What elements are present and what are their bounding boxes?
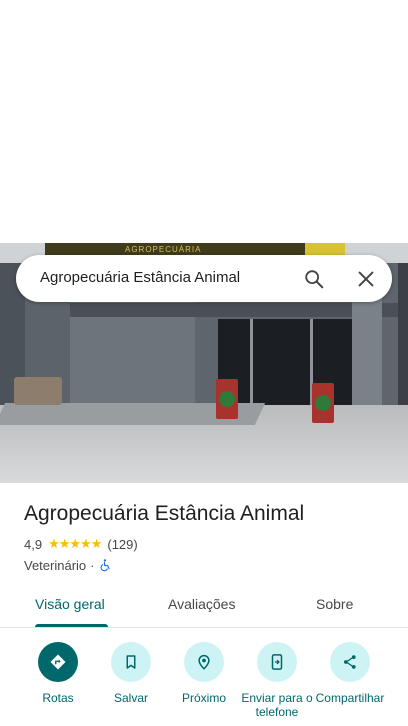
- share-label: Compartilhar: [315, 691, 385, 705]
- photo-bags: [14, 377, 62, 405]
- active-tab-indicator: [35, 624, 108, 627]
- place-title: Agropecuária Estância Animal: [24, 502, 305, 525]
- directions-button[interactable]: Rotas: [21, 642, 95, 705]
- search-icon[interactable]: [303, 268, 325, 290]
- action-bar: Rotas Salvar Próximo Enviar para o telef…: [0, 640, 408, 726]
- send-to-phone-label: Enviar para o telefone: [241, 691, 313, 719]
- top-blank-area: [0, 0, 408, 243]
- tab-reviews[interactable]: Avaliações: [168, 596, 235, 612]
- rating-value: 4,9: [24, 536, 43, 552]
- photo-hose-reel: [216, 379, 238, 419]
- rating-stars: ★★★★★: [48, 536, 102, 551]
- tab-about[interactable]: Sobre: [316, 596, 353, 612]
- tab-bar: Visão geral Avaliações Sobre: [0, 584, 408, 628]
- search-input[interactable]: Agropecuária Estância Animal: [40, 269, 240, 286]
- directions-icon: [38, 642, 78, 682]
- rating-row[interactable]: 4,9 ★★★★★ (129): [24, 536, 138, 552]
- wheelchair-icon: [99, 558, 112, 572]
- category-row: Veterinário ·: [24, 557, 112, 573]
- save-label: Salvar: [113, 691, 148, 705]
- bookmark-icon: [111, 642, 151, 682]
- share-icon: [330, 642, 370, 682]
- nearby-button[interactable]: Próximo: [167, 642, 241, 705]
- directions-label: Rotas: [42, 691, 74, 705]
- nearby-icon: [184, 642, 224, 682]
- search-bar[interactable]: Agropecuária Estância Animal: [16, 255, 392, 302]
- separator-dot: ·: [90, 557, 95, 573]
- close-icon[interactable]: [355, 268, 377, 290]
- review-count[interactable]: (129): [107, 537, 137, 552]
- category-label: Veterinário: [24, 557, 87, 573]
- send-to-phone-icon: [257, 642, 297, 682]
- tab-overview[interactable]: Visão geral: [35, 596, 105, 612]
- send-to-phone-button[interactable]: Enviar para o telefone: [240, 642, 314, 719]
- save-button[interactable]: Salvar: [94, 642, 168, 705]
- nearby-label: Próximo: [181, 691, 226, 705]
- share-button[interactable]: Compartilhar: [313, 642, 387, 705]
- photo-hose-reel: [312, 383, 334, 423]
